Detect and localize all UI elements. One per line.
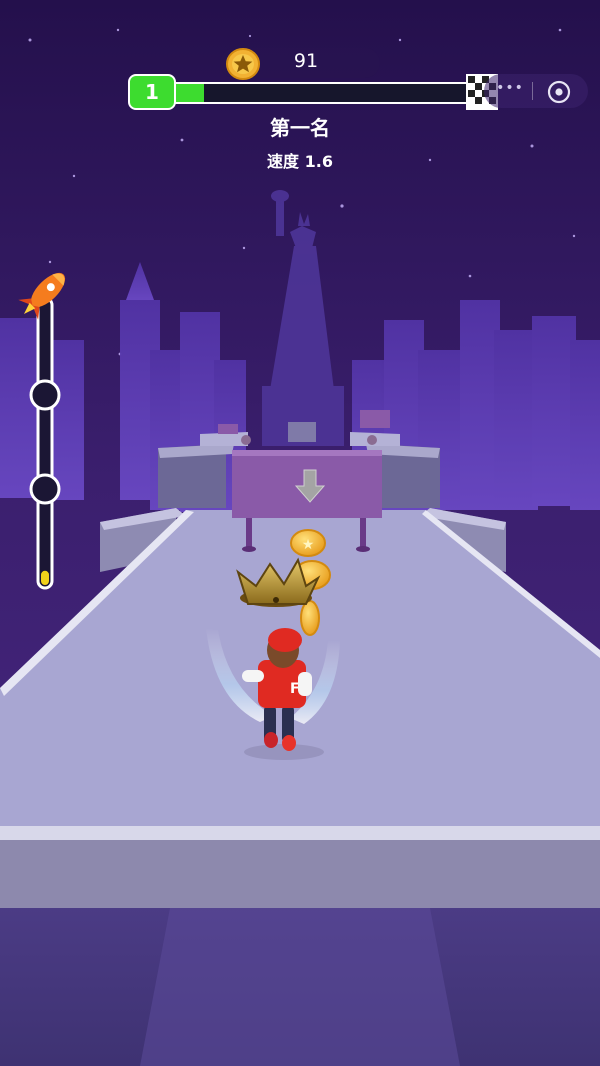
track-shadow: [140, 908, 460, 1066]
level-badge: 1: [128, 74, 176, 110]
target-close-icon[interactable]: [546, 79, 572, 105]
rank-label: 第一名: [270, 116, 330, 140]
boost-meter-fill: [41, 570, 49, 585]
coin-count: 91: [293, 50, 319, 72]
boost-meter: [18, 272, 66, 590]
speed-label: 速度 1.6: [267, 152, 333, 171]
level-progress-fill: [174, 84, 204, 102]
svg-text:★: ★: [302, 537, 315, 553]
hud: 91 1 ••• 第一名 速度 1.6: [0, 0, 600, 200]
more-dots-icon[interactable]: •••: [496, 80, 524, 96]
capsule-divider: [532, 82, 533, 100]
star-coin-icon: [226, 48, 260, 80]
boost-marker: [29, 473, 61, 505]
level-progress-bar: [172, 82, 472, 104]
boost-marker: [29, 379, 61, 411]
